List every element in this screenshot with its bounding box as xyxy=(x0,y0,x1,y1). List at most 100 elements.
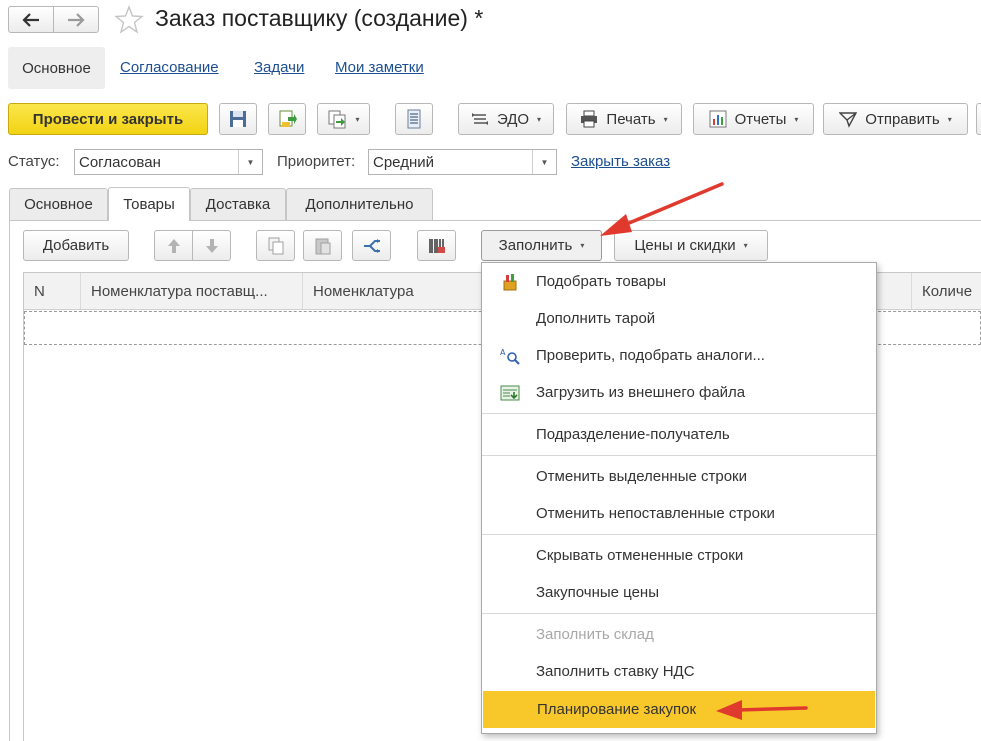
barcode-icon xyxy=(428,238,445,253)
form-tab-goods[interactable]: Товары xyxy=(108,187,190,221)
menu-item-label: Отменить выделенные строки xyxy=(536,468,748,485)
create-based-on-icon xyxy=(328,110,346,129)
back-button[interactable] xyxy=(8,6,54,33)
svg-text:A: A xyxy=(500,348,506,357)
edo-exchange-icon xyxy=(471,113,488,125)
nav-tab-notes[interactable]: Мои заметки xyxy=(335,59,424,76)
column-header-quantity[interactable]: Количе xyxy=(911,273,981,309)
menu-item-cancel-selected[interactable]: Отменить выделенные строки xyxy=(482,458,876,495)
menu-item-purchase-prices[interactable]: Закупочные цены xyxy=(482,574,876,611)
nav-tab-main[interactable]: Основное xyxy=(8,47,105,89)
menu-item-label: Планирование закупок xyxy=(537,701,697,718)
menu-separator xyxy=(482,455,876,456)
load-file-icon xyxy=(500,385,520,401)
menu-item-label: Заполнить склад xyxy=(536,626,654,643)
chevron-down-icon[interactable]: ▼ xyxy=(238,150,262,174)
create-based-on-button[interactable]: ▾ xyxy=(317,103,370,135)
menu-item-add-packaging[interactable]: Дополнить тарой xyxy=(482,300,876,337)
reports-chart-icon xyxy=(709,110,727,128)
menu-item-fill-vat-rate[interactable]: Заполнить ставку НДС xyxy=(482,653,876,690)
menu-separator xyxy=(482,613,876,614)
move-up-button[interactable] xyxy=(154,230,193,261)
menu-item-label: Проверить, подобрать аналоги... xyxy=(536,347,765,364)
move-down-button[interactable] xyxy=(192,230,231,261)
send-label: Отправить xyxy=(865,110,940,128)
menu-item-label: Заполнить ставку НДС xyxy=(536,663,695,680)
menu-item-load-file[interactable]: Загрузить из внешнего файла xyxy=(482,374,876,411)
status-label: Статус: xyxy=(8,153,60,170)
chevron-down-icon[interactable]: ▼ xyxy=(532,150,556,174)
form-tab-delivery[interactable]: Доставка xyxy=(190,188,286,220)
copy-row-button[interactable] xyxy=(256,230,295,261)
status-select[interactable]: Согласован ▼ xyxy=(74,149,263,175)
menu-item-pick-goods[interactable]: Подобрать товары xyxy=(482,263,876,300)
pick-goods-icon xyxy=(503,274,517,291)
menu-item-label: Скрывать отмененные строки xyxy=(536,547,744,564)
window-title: Заказ поставщику (создание) * xyxy=(155,5,484,31)
chevron-down-icon: ▾ xyxy=(794,114,799,124)
menu-item-hide-cancelled[interactable]: Скрывать отмененные строки xyxy=(482,537,876,574)
menu-item-label: Отменить непоставленные строки xyxy=(536,505,775,522)
menu-item-label: Загрузить из внешнего файла xyxy=(536,384,746,401)
priority-label: Приоритет: xyxy=(277,153,356,170)
menu-item-check-analogs[interactable]: A Проверить, подобрать аналоги... xyxy=(482,337,876,374)
post-document-icon xyxy=(279,110,297,127)
add-row-button[interactable]: Добавить xyxy=(23,230,129,261)
chevron-down-icon: ▾ xyxy=(947,114,952,124)
fill-button[interactable]: Заполнить ▾ xyxy=(481,230,602,261)
split-row-button[interactable] xyxy=(352,230,391,261)
arrow-left-icon xyxy=(22,12,39,27)
copy-icon xyxy=(268,237,283,254)
structure-button[interactable] xyxy=(395,103,433,135)
column-header-supplier-item[interactable]: Номенклатура поставщ... xyxy=(81,273,303,309)
nav-tab-tasks[interactable]: Задачи xyxy=(254,59,304,76)
form-tab-main-label: Основное xyxy=(24,196,93,213)
add-row-label: Добавить xyxy=(42,237,110,254)
fill-dropdown-menu: Подобрать товары Дополнить тарой A Прове… xyxy=(481,262,877,734)
close-order-link[interactable]: Закрыть заказ xyxy=(571,153,670,170)
printer-icon xyxy=(581,110,598,128)
fill-label: Заполнить xyxy=(498,237,573,254)
post-button[interactable] xyxy=(268,103,306,135)
menu-separator xyxy=(482,413,876,414)
menu-item-receiving-department[interactable]: Подразделение-получатель xyxy=(482,416,876,453)
paste-row-button[interactable] xyxy=(303,230,342,261)
form-tab-additional[interactable]: Дополнительно xyxy=(286,188,433,220)
priority-select[interactable]: Средний ▼ xyxy=(368,149,557,175)
forward-button[interactable] xyxy=(53,6,99,33)
menu-separator xyxy=(482,534,876,535)
send-button[interactable]: Отправить ▾ xyxy=(823,103,968,135)
post-and-close-button[interactable]: Провести и закрыть xyxy=(8,103,208,135)
more-actions-button[interactable] xyxy=(976,103,981,135)
chevron-down-icon: ▾ xyxy=(663,114,668,124)
form-tab-delivery-label: Доставка xyxy=(205,196,271,213)
paste-icon xyxy=(315,238,330,254)
reports-button[interactable]: Отчеты ▾ xyxy=(693,103,814,135)
priority-value: Средний xyxy=(373,153,434,171)
favorite-star-icon[interactable] xyxy=(114,5,144,35)
prices-discounts-label: Цены и скидки xyxy=(634,237,736,254)
print-label: Печать xyxy=(606,110,656,128)
form-tab-main[interactable]: Основное xyxy=(9,188,108,220)
form-tab-additional-label: Дополнительно xyxy=(305,196,414,213)
post-and-close-label: Провести и закрыть xyxy=(32,110,184,128)
barcode-button[interactable] xyxy=(417,230,456,261)
menu-item-label: Подразделение-получатель xyxy=(536,426,730,443)
menu-item-label: Дополнить тарой xyxy=(536,310,656,327)
menu-item-purchase-planning[interactable]: Планирование закупок xyxy=(483,691,875,728)
prices-discounts-button[interactable]: Цены и скидки ▾ xyxy=(614,230,768,261)
nav-tab-main-label: Основное xyxy=(22,59,91,77)
save-button[interactable] xyxy=(219,103,257,135)
status-value: Согласован xyxy=(79,153,161,171)
print-button[interactable]: Печать ▾ xyxy=(566,103,682,135)
split-arrows-icon xyxy=(363,238,380,253)
floppy-disk-icon xyxy=(230,111,246,127)
menu-item-cancel-undelivered[interactable]: Отменить непоставленные строки xyxy=(482,495,876,532)
arrow-right-icon xyxy=(68,12,85,27)
edo-button[interactable]: ЭДО ▾ xyxy=(458,103,554,135)
analogs-search-icon: A xyxy=(500,348,520,365)
nav-tab-approval[interactable]: Согласование xyxy=(120,59,219,76)
arrow-down-icon xyxy=(205,238,218,253)
menu-item-label: Подобрать товары xyxy=(536,273,666,290)
column-header-number[interactable]: N xyxy=(24,273,81,309)
